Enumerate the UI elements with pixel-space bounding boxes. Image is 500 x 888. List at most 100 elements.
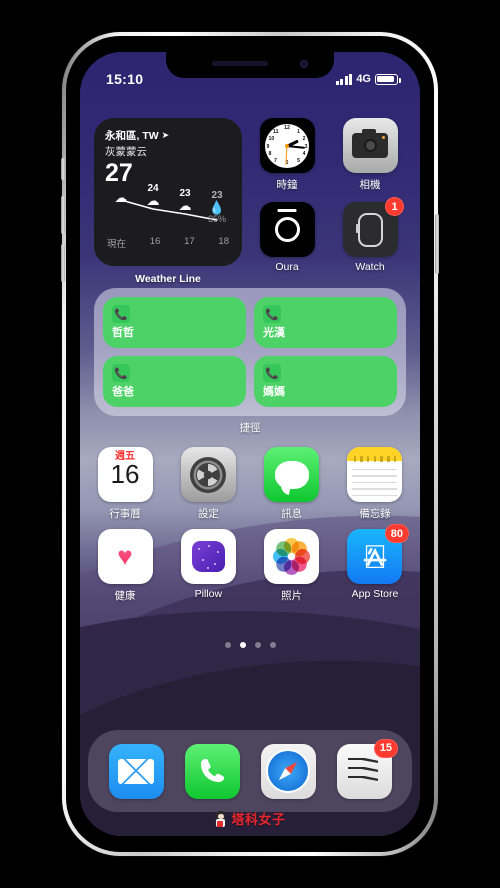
forecast-hour: 17 [184,236,195,248]
app-settings[interactable]: 設定 [177,447,239,521]
app-notes[interactable]: 備忘錄 [344,447,406,521]
watch-crown [355,223,359,233]
app-label: App Store [351,588,399,600]
app-label: 訊息 [281,508,303,520]
network-type-label: 4G [356,73,371,85]
photos-icon [264,529,320,584]
forecast-hour-labels: 現在 16 17 18 [105,236,231,250]
app-label: 照片 [281,590,303,602]
status-badge: 15 [373,738,398,758]
shortcut-tile[interactable]: 📞 哲哲 [103,297,246,348]
shortcuts-widget[interactable]: 📞 哲哲 📞 光漢 📞 爸爸 📞 媽媽 捷徑 [94,288,406,434]
app-label: 相機 [359,179,381,191]
volume-up-button[interactable] [61,196,65,234]
app-camera[interactable]: 相機 [339,118,401,192]
forecast-col-0: ☁ [104,191,138,204]
clock-pivot [285,143,289,148]
clock-face: 12 1 2 3 4 5 6 7 8 9 10 11 [265,123,309,168]
power-button[interactable] [435,214,439,274]
volume-down-button[interactable] [61,244,65,282]
forecast-col-1: 24 ☁ [136,183,170,207]
status-badge: 1 [385,197,404,216]
top-row: 永和區, TW ➤ 灰蒙蒙云 27 ☁ 24 ☁ 23 ☁ 23 💧 35% 現… [94,118,406,285]
weather-location: 永和區, TW [105,130,159,142]
dock-app-phone[interactable] [181,743,243,799]
messages-icon [264,447,320,502]
oura-ring-icon [259,202,315,257]
page-dot-active[interactable] [239,642,246,648]
page-dot[interactable] [224,642,231,648]
app-label: Oura [275,261,299,273]
oura-bar-shape [277,209,297,212]
app-clock[interactable]: 12 1 2 3 4 5 6 7 8 9 10 11 時鐘 [256,118,318,192]
shortcut-name: 光漢 [263,327,285,339]
notch [166,52,334,78]
app-photos[interactable]: 照片 [261,529,323,603]
screenshot-root: 15:10 4G 永和區, TW ➤ 灰蒙蒙云 27 ☁ 24 ☁ 23 ☁ 2… [0,0,500,888]
forecast-col-3: 23 💧 35% [200,190,234,224]
envelope-glyph [118,758,154,784]
app-label: 備忘錄 [359,508,391,520]
phone-icon: 📞 [263,364,281,382]
app-row-4: ♥ 健康 Pillow 照片 80 App Store [94,524,409,603]
dock-app-todoist[interactable]: 15 [333,738,398,799]
app-messages[interactable]: 訊息 [261,447,323,521]
shortcuts-grid: 📞 哲哲 📞 光漢 📞 爸爸 📞 媽媽 [103,297,397,407]
notes-lines [352,469,398,501]
shortcut-tile[interactable]: 📞 爸爸 [103,356,246,407]
dock-app-safari[interactable] [257,743,319,799]
app-label: 時鐘 [276,179,298,191]
widget-label: Weather Line [135,273,201,285]
camera-body [352,129,388,158]
page-dot[interactable] [254,642,261,648]
camera-icon [342,118,398,173]
cloud-icon: ☁ [178,198,192,214]
pillow-glyph [191,541,225,572]
app-label: Pillow [194,588,223,600]
app-pillow[interactable]: Pillow [177,529,239,603]
phone-icon: 📞 [112,364,130,382]
notes-icon [347,447,403,502]
settings-gear-icon [180,447,236,502]
phone-screen: 15:10 4G 永和區, TW ➤ 灰蒙蒙云 27 ☁ 24 ☁ 23 ☁ 2… [80,52,420,836]
girl-avatar-icon [214,810,227,827]
forecast-precip: 35% [207,214,226,225]
weather-forecast-chart: ☁ 24 ☁ 23 ☁ 23 💧 35% [104,183,234,231]
weather-condition: 灰蒙蒙云 [105,146,147,158]
forecast-hour: 16 [149,236,161,248]
todoist-chevrons-glyph [348,756,380,786]
cloud-icon: ☁ [114,190,128,206]
app-calendar[interactable]: 週五 16 行事曆 [94,447,156,521]
calendar-icon: 週五 16 [97,447,153,502]
app-watch[interactable]: 1 Watch [339,197,404,273]
weather-line-widget[interactable]: 永和區, TW ➤ 灰蒙蒙云 27 ☁ 24 ☁ 23 ☁ 23 💧 35% 現… [94,118,242,285]
cloud-icon: ☁ [146,193,160,209]
page-dot[interactable] [269,642,276,648]
shortcut-tile[interactable]: 📞 媽媽 [254,356,397,407]
forecast-hour: 現在 [107,239,127,251]
shortcut-tile[interactable]: 📞 光漢 [254,297,397,348]
app-health[interactable]: ♥ 健康 [94,529,156,603]
app-app-store[interactable]:  80 App Store [344,524,409,603]
app-oura[interactable]: Oura [256,202,318,273]
camera-lens [363,139,377,152]
home-screen-page: 永和區, TW ➤ 灰蒙蒙云 27 ☁ 24 ☁ 23 ☁ 23 💧 35% 現… [80,52,420,836]
notes-rings [347,456,402,462]
mail-icon [108,743,164,799]
calendar-day: 16 [110,459,140,489]
app-label: 健康 [114,590,136,602]
page-indicator[interactable] [80,642,420,648]
dock-app-mail[interactable] [105,743,167,799]
watch-body [355,212,383,247]
forecast-col-2: 23 ☁ [168,188,202,212]
phone-icon: 📞 [263,305,281,323]
phone-icon: 📞 [112,305,130,323]
camera-flash [382,136,385,139]
watermark: 塔科女子 [80,809,420,828]
silent-switch[interactable] [61,158,65,180]
battery-full-icon [375,73,401,85]
photos-flower-glyph [273,538,311,576]
app-store-a-glyph [363,547,387,566]
dock: 15 [88,730,412,812]
oura-ring-shape [274,209,300,242]
